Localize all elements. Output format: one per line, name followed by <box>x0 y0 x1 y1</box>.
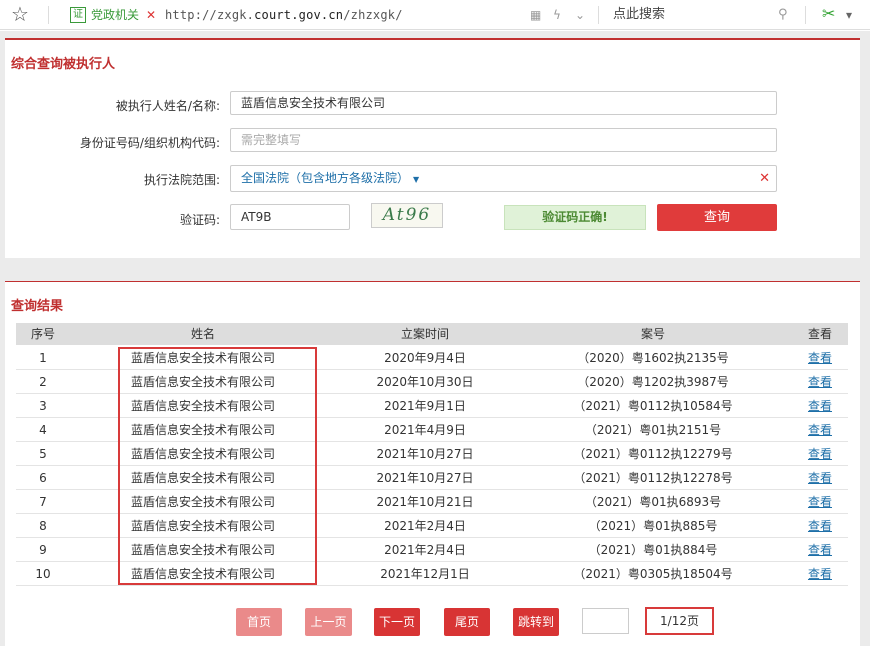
page-info: 1/12页 <box>645 607 714 635</box>
row-case: （2021）粤0112执12278号 <box>573 471 733 485</box>
prev-page-button[interactable]: 上一页 <box>305 608 352 636</box>
row-no: 2 <box>39 375 47 389</box>
row-date: 2020年9月4日 <box>384 351 466 365</box>
view-link[interactable]: 查看 <box>796 370 844 394</box>
jump-button[interactable]: 跳转到 <box>513 608 559 636</box>
row-date: 2021年10月27日 <box>376 447 474 461</box>
toolbar-divider <box>48 6 49 24</box>
col-name: 姓名 <box>190 327 215 341</box>
col-date: 立案时间 <box>400 327 449 341</box>
clear-icon[interactable]: ✕ <box>759 166 770 191</box>
gov-label: 党政机关 <box>91 8 140 22</box>
view-link[interactable]: 查看 <box>796 562 844 586</box>
id-label: 身份证号码/组织机构代码: <box>79 136 220 150</box>
search-icon[interactable]: ⚲ <box>778 6 788 24</box>
view-link[interactable]: 查看 <box>796 418 844 442</box>
view-link[interactable]: 查看 <box>796 466 844 490</box>
captcha-image[interactable]: At96 <box>371 203 443 228</box>
browser-search-input[interactable]: 点此搜索 <box>613 6 665 24</box>
col-case: 案号 <box>640 327 665 341</box>
view-link[interactable]: 查看 <box>796 538 844 562</box>
name-label: 被执行人姓名/名称: <box>115 99 220 113</box>
row-date: 2021年12月1日 <box>380 567 470 581</box>
row-case: （2020）粤1602执2135号 <box>577 351 729 365</box>
name-input[interactable]: 蓝盾信息安全技术有限公司 <box>230 91 777 115</box>
row-no: 10 <box>35 567 51 581</box>
results-title: 查询结果 <box>11 299 64 314</box>
row-case: （2021）粤01执6893号 <box>584 495 722 509</box>
insecure-icon: ✕ <box>146 8 157 22</box>
first-page-button[interactable]: 首页 <box>236 608 282 636</box>
row-case: （2021）粤0305执18504号 <box>573 567 733 581</box>
toolbar-divider <box>805 6 806 24</box>
row-date: 2021年9月1日 <box>384 399 466 413</box>
row-date: 2021年4月9日 <box>384 423 466 437</box>
captcha-label: 验证码: <box>179 213 220 227</box>
view-link[interactable]: 查看 <box>796 490 844 514</box>
row-case: （2020）粤1202执3987号 <box>577 375 729 389</box>
row-no: 9 <box>39 543 47 557</box>
row-case: （2021）粤0112执10584号 <box>573 399 733 413</box>
bookmark-star-icon[interactable]: ☆ <box>11 3 29 25</box>
court-label: 执行法院范围: <box>143 173 220 187</box>
row-no: 8 <box>39 519 47 533</box>
last-page-button[interactable]: 尾页 <box>444 608 490 636</box>
court-select-value: 全国法院（包含地方各级法院） <box>241 171 410 185</box>
row-no: 5 <box>39 447 47 461</box>
gov-badge-icon: 证 <box>70 7 86 23</box>
captcha-ok-badge: 验证码正确! <box>504 205 646 230</box>
name-highlight-box <box>118 347 317 585</box>
grid-icon[interactable]: ▦ <box>530 6 541 24</box>
row-no: 6 <box>39 471 47 485</box>
row-case: （2021）粤01执884号 <box>588 543 718 557</box>
row-no: 1 <box>39 351 47 365</box>
col-view: 查看 <box>807 327 832 341</box>
lightning-icon[interactable]: ϟ <box>553 6 561 24</box>
chevron-down-icon[interactable]: ⌄ <box>575 6 585 24</box>
browser-toolbar: ☆ 证 党政机关 ✕ http://zxgk.court.gov.cn/zhzx… <box>0 0 870 30</box>
row-case: （2021）粤01执885号 <box>588 519 718 533</box>
scissors-icon[interactable]: ✂ <box>822 4 835 24</box>
row-date: 2021年10月21日 <box>376 495 474 509</box>
view-link[interactable]: 查看 <box>796 346 844 370</box>
id-input[interactable]: 需完整填写 <box>230 128 777 152</box>
row-case: （2021）粤01执2151号 <box>584 423 722 437</box>
row-no: 7 <box>39 495 47 509</box>
page-number-input[interactable] <box>582 608 629 634</box>
row-no: 4 <box>39 423 47 437</box>
row-no: 3 <box>39 399 47 413</box>
next-page-button[interactable]: 下一页 <box>374 608 420 636</box>
toolbar-divider <box>598 6 599 24</box>
url-host: court.gov.cn <box>254 8 344 22</box>
captcha-input[interactable]: AT9B <box>230 204 350 230</box>
view-link[interactable]: 查看 <box>796 442 844 466</box>
row-date: 2020年10月30日 <box>376 375 474 389</box>
query-button[interactable]: 查询 <box>657 204 777 231</box>
col-no: 序号 <box>30 327 55 341</box>
caret-down-icon: ▼ <box>413 175 420 184</box>
table-header: 序号 姓名 立案时间 案号 查看 <box>16 323 848 345</box>
court-select[interactable]: 全国法院（包含地方各级法院） ▼ ✕ <box>230 165 777 192</box>
query-title: 综合查询被执行人 <box>11 57 116 72</box>
row-date: 2021年2月4日 <box>384 519 466 533</box>
row-date: 2021年10月27日 <box>376 471 474 485</box>
view-link[interactable]: 查看 <box>796 394 844 418</box>
dropdown-icon[interactable]: ▾ <box>846 6 852 24</box>
url-suffix: /zhzxgk/ <box>343 8 403 22</box>
url-prefix: http://zxgk. <box>165 8 255 22</box>
view-link[interactable]: 查看 <box>796 514 844 538</box>
address-bar[interactable]: http://zxgk.court.gov.cn/zhzxgk/ <box>165 7 403 23</box>
row-date: 2021年2月4日 <box>384 543 466 557</box>
row-case: （2021）粤0112执12279号 <box>573 447 733 461</box>
